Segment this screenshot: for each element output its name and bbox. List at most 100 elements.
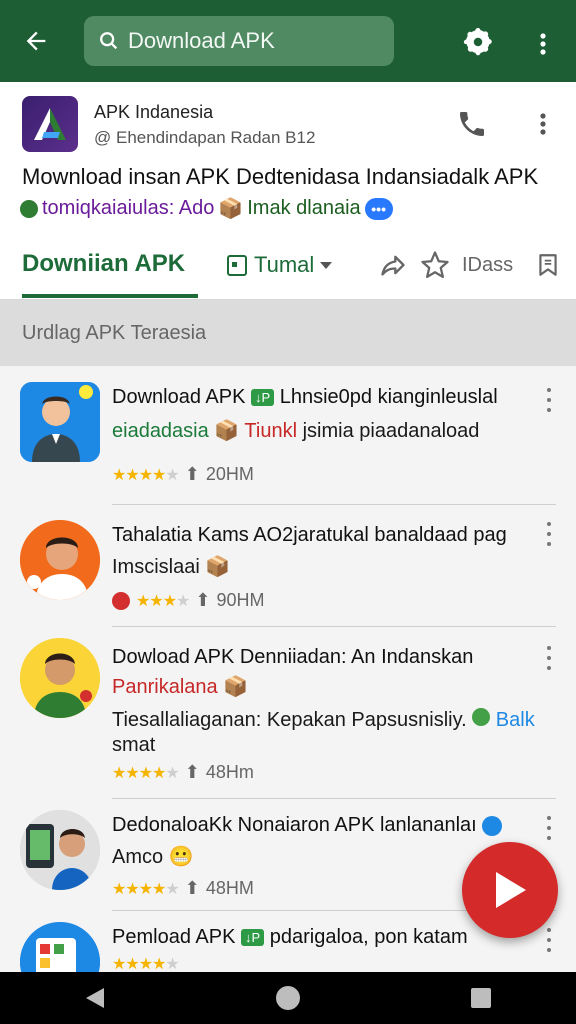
item-meta: ★★★★★ ⬆︎ 20HM <box>112 464 254 485</box>
package-icon: 📦 <box>205 556 231 578</box>
more-vert-icon[interactable] <box>528 24 558 64</box>
rating-stars: ★★★★★ <box>112 764 180 782</box>
chat-bubble-icon[interactable]: ••• <box>364 197 393 220</box>
header-subtitle: tomiqkaiaiulas: Ado 📦 Imak dlanaia ••• <box>20 196 393 221</box>
share-icon[interactable] <box>378 251 408 279</box>
system-nav-bar <box>0 972 576 1024</box>
search-icon <box>100 32 118 50</box>
item-meta: ★★★★ ⬆︎ 90HM <box>112 590 264 611</box>
publisher-name[interactable]: APK Indanesia <box>94 102 213 123</box>
rating-stars: ★★★★★ <box>112 466 180 484</box>
nav-home-icon[interactable] <box>275 985 301 1011</box>
tab-download[interactable]: Downiian APK <box>22 250 185 278</box>
header-more-icon[interactable] <box>530 104 556 144</box>
app-thumbnail <box>20 810 100 890</box>
item-sub-a: Amco <box>112 846 164 868</box>
item-size: 48HM <box>205 878 254 898</box>
app-thumbnail <box>20 922 100 972</box>
phone-icon[interactable] <box>452 104 492 144</box>
item-meta: ★★★★★ ⬆︎ 48HM <box>112 878 254 899</box>
item-subtitle: Imscislaai 📦 <box>112 554 230 579</box>
app-header-card: APK Indanesia @ Ehendindapan Radan B12 M… <box>0 82 576 300</box>
section-title: Urdlag APK Teraesia <box>22 322 207 344</box>
item-title: Tahalatia Kams AO2jaratukal banaldaad pa… <box>112 524 507 546</box>
red-badge-icon <box>112 591 130 610</box>
app-logo[interactable] <box>22 96 78 152</box>
subtitle-a: tomiqkaiaiulas: Ado <box>42 197 215 219</box>
search-input[interactable]: Download APK <box>84 16 394 66</box>
divider <box>112 626 556 627</box>
item-more-icon[interactable] <box>542 646 556 670</box>
item-size: 20HM <box>205 464 254 484</box>
item-title: Dowload APK Denniiadan: An Indanskan <box>112 646 474 668</box>
item-title-rest: pdarigaloa, pon katam <box>269 926 468 948</box>
info-dot-icon <box>482 815 503 836</box>
chevron-down-icon <box>320 262 333 269</box>
section-header: Urdlag APK Teraesia <box>0 300 576 366</box>
rating-stars: ★★★★★ <box>112 880 180 898</box>
subtitle-b: Imak dlanaia <box>247 197 361 219</box>
play-icon <box>496 872 526 908</box>
divider <box>112 798 556 799</box>
package-icon: 📦 <box>214 420 240 442</box>
item-badge: ↓P <box>250 389 275 407</box>
item-title: Pemload APK ↓P pdarigaloa, pon katam <box>112 926 468 949</box>
item-sub-a: Imscislaai <box>112 556 200 578</box>
item-title: Download APK ↓P Lhnsie0pd kianginleuslal <box>112 386 498 409</box>
rating-stars: ★★★★★ <box>112 956 180 972</box>
tab-action-icons: IDass <box>378 250 561 280</box>
item-meta: ★★★★★ ⬆︎ 48Hm <box>112 762 254 783</box>
item-sub-a: Panrikalana <box>112 676 218 698</box>
bookmark-icon[interactable] <box>535 250 561 280</box>
download-count-icon: ⬆︎ <box>184 762 200 782</box>
download-count-icon: ⬆︎ <box>184 878 200 898</box>
search-text: Download APK <box>128 28 275 53</box>
item-more-icon[interactable] <box>542 928 556 952</box>
page-title: Mownload insan APK Dedtenidasa Indansiad… <box>22 164 539 189</box>
list-item[interactable]: Tahalatia Kams AO2jaratukal banaldaad pa… <box>0 506 576 628</box>
calendar-icon <box>227 255 247 276</box>
tab-bar: Downiian APK Tumal IDass <box>0 240 576 300</box>
item-title-text: Pemload APK <box>112 926 236 948</box>
top-app-bar: Download APK <box>0 0 576 82</box>
tab-extra-label[interactable]: IDass <box>462 254 513 277</box>
list-item[interactable]: Dowload APK Denniiadan: An Indanskan Pan… <box>0 628 576 800</box>
no-entry-icon <box>472 708 491 726</box>
settings-gear-icon[interactable] <box>458 22 498 62</box>
item-size: 90HM <box>216 590 265 610</box>
item-subtitle: Panrikalana 📦 <box>112 674 248 699</box>
package-icon: 📦 <box>223 676 249 698</box>
back-arrow-icon[interactable] <box>14 19 58 63</box>
app-thumbnail <box>20 520 100 600</box>
publisher-handle: @ Ehendindapan Radan B12 <box>94 128 316 147</box>
rating-stars: ★★★★ <box>136 592 190 610</box>
item-title-text: DedonaloaKk Nonaiaron APK lanlananlaı <box>112 814 477 836</box>
item-sub-c: Balk <box>495 709 535 731</box>
item-description-2: smat <box>112 734 156 756</box>
app-thumbnail <box>20 382 100 462</box>
star-outline-icon[interactable] <box>420 250 450 280</box>
item-sub-b: Tiesallaliaganan: Kepakan Papsusnisliy. <box>112 709 467 731</box>
download-count-icon: ⬆︎ <box>195 590 211 610</box>
item-sub-a: eiadadasia <box>112 420 209 442</box>
item-more-icon[interactable] <box>542 816 556 840</box>
item-subtitle: Amco 😬 <box>112 844 194 869</box>
nav-back-icon[interactable] <box>84 986 106 1010</box>
tab-secondary-label: Tumal <box>254 252 315 277</box>
item-subtitle: eiadadasia 📦 Tiunkl jsimia piaadanaload <box>112 418 479 443</box>
package-icon: 📦 <box>218 198 244 220</box>
item-badge: ↓P <box>240 929 265 947</box>
item-more-icon[interactable] <box>542 522 556 546</box>
emoji-icon: 😬 <box>168 846 194 868</box>
list-item[interactable]: Download APK ↓P Lhnsie0pd kianginleuslal… <box>0 366 576 506</box>
item-description: Tiesallaliaganan: Kepakan Papsusnisliy. … <box>112 708 535 732</box>
green-dot-icon <box>20 199 38 218</box>
nav-recents-icon[interactable] <box>470 987 492 1009</box>
play-fab-button[interactable] <box>462 842 558 938</box>
item-more-icon[interactable] <box>542 388 556 412</box>
tab-secondary[interactable]: Tumal <box>226 252 333 278</box>
item-size: 48Hm <box>205 762 254 782</box>
item-sub-b: Tiunkl <box>244 420 298 442</box>
app-thumbnail <box>20 638 100 718</box>
divider <box>112 504 556 505</box>
